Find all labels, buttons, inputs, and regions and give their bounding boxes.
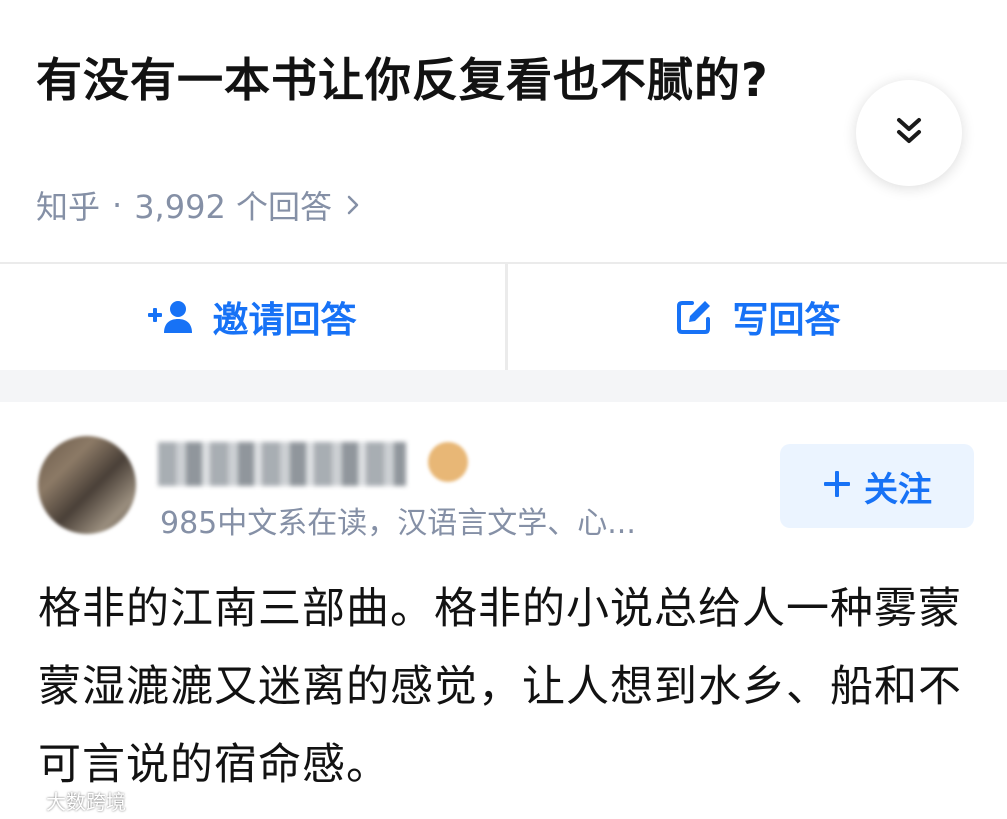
edit-icon: [674, 297, 714, 337]
question-header: 有没有一本书让你反复看也不腻的? 知乎 · 3,992 个回答: [0, 0, 1007, 262]
answer-card: 985中文系在读，汉语言文学、心... 关注 格非的江南三部曲。格非的小说总给人…: [0, 402, 1007, 819]
action-divider: [505, 264, 508, 370]
meta-separator: ·: [112, 186, 123, 224]
watermark: 大数跨境: [10, 786, 126, 815]
author-bio: 985中文系在读，汉语言文学、心...: [160, 506, 636, 541]
watermark-logo-icon: [10, 791, 40, 811]
question-title[interactable]: 有没有一本书让你反复看也不腻的?: [36, 44, 769, 110]
double-chevron-down-icon: [892, 114, 926, 152]
chevron-right-icon: [346, 194, 360, 216]
follow-label: 关注: [864, 469, 932, 510]
plus-icon: [822, 466, 852, 506]
action-bar: 邀请回答 写回答: [0, 264, 1007, 370]
avatar[interactable]: [38, 436, 136, 534]
write-answer-label: 写回答: [732, 300, 841, 341]
section-gap: [0, 370, 1007, 402]
write-answer-button[interactable]: 写回答: [508, 264, 1007, 370]
answer-count: 3,992 个回答: [134, 188, 332, 226]
author-badge-icon: [428, 442, 468, 482]
follow-button[interactable]: 关注: [780, 444, 974, 528]
invite-answer-label: 邀请回答: [212, 300, 357, 341]
expand-button[interactable]: [856, 80, 962, 186]
invite-answer-button[interactable]: 邀请回答: [0, 264, 505, 370]
question-meta[interactable]: 知乎 · 3,992 个回答: [36, 182, 360, 228]
answer-text[interactable]: 格非的江南三部曲。格非的小说总给人一种雾蒙蒙湿漉漉又迷离的感觉，让人想到水乡、船…: [38, 570, 968, 804]
source-label: 知乎: [36, 188, 101, 226]
watermark-text: 大数跨境: [46, 790, 126, 814]
author-name-redacted[interactable]: [158, 442, 406, 486]
add-user-icon: [148, 300, 194, 334]
